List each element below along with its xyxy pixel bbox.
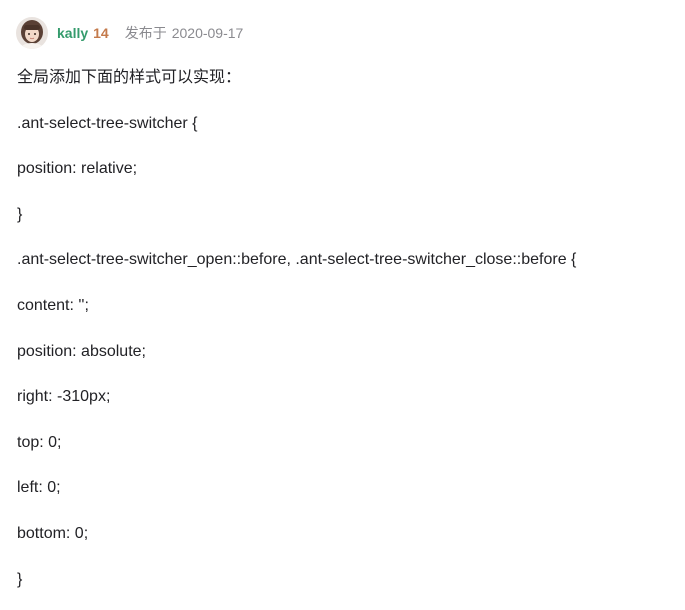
content-line: top: 0; (17, 434, 62, 451)
comment-header: kally 14 发布于 2020-09-17 (16, 16, 243, 50)
author-level-badge: 14 (93, 25, 109, 41)
content-line: .ant-select-tree-switcher_open::before, … (17, 251, 577, 268)
comment-post: kally 14 发布于 2020-09-17 全局添加下面的样式可以实现： .… (0, 0, 685, 610)
avatar-image (16, 17, 48, 49)
content-line: .ant-select-tree-switcher { (17, 115, 198, 132)
user-avatar[interactable] (16, 17, 48, 49)
author-name-link[interactable]: kally (57, 25, 88, 41)
publish-date: 2020-09-17 (171, 25, 244, 41)
content-line: bottom: 0; (17, 525, 89, 542)
content-line: } (17, 571, 23, 588)
publish-info: 发布于 2020-09-17 (125, 23, 244, 43)
content-line: right: -310px; (17, 388, 111, 405)
content-line: left: 0; (17, 479, 61, 496)
content-line: position: absolute; (17, 343, 146, 360)
content-line: position: relative; (17, 160, 138, 177)
content-line: 全局添加下面的样式可以实现： (17, 69, 242, 86)
content-line: } (17, 206, 23, 223)
publish-label: 发布于 (124, 25, 167, 41)
content-line: content: ''; (17, 297, 89, 314)
